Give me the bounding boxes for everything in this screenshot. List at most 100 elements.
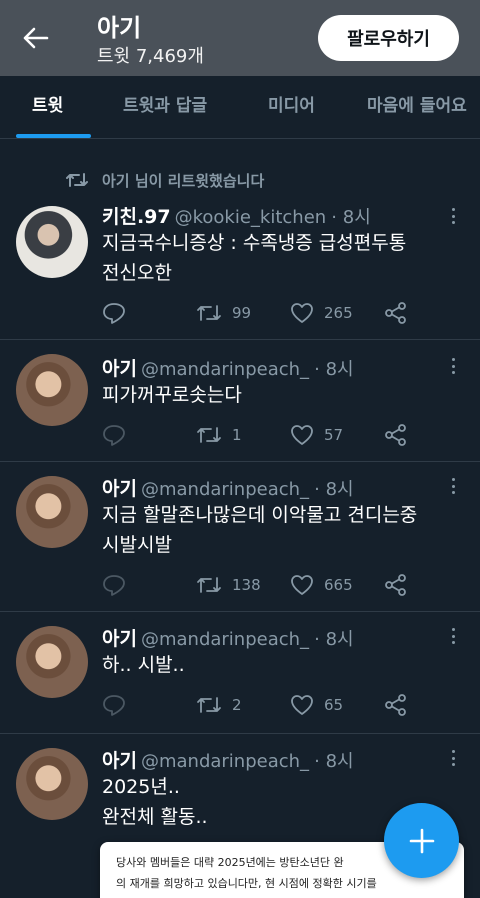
notice-line: 의 재개를 희망하고 있습니다만, 현 시점에 정확한 시기를 [116,877,377,890]
reply-button[interactable] [102,300,126,326]
retweet-count: 99 [232,304,252,322]
tab-tweets[interactable]: 트윗 [32,76,63,138]
share-button[interactable] [384,300,408,326]
like-button[interactable]: 665 [290,572,353,598]
avatar[interactable] [16,354,88,426]
retweet-button[interactable]: 138 [196,572,261,598]
heart-icon [291,575,313,595]
tweet-time: · 8시 [314,629,354,650]
like-count: 265 [324,304,353,322]
share-icon [385,574,406,596]
avatar[interactable] [16,206,88,278]
retweet-notice: 아기 님이 리트윗했습니다 [0,168,480,194]
tab-likes[interactable]: 마음에 들어요 [367,76,467,138]
profile-header: 아기 트윗 7,469개 팔로우하기 [0,0,480,76]
tweet-time: · 8시 [331,207,371,228]
tweet-author-name[interactable]: 아기 [102,478,137,500]
tweet[interactable]: 아기 @mandarinpeach_ · 8시 지금 할말존나많은데 이악물고 견… [0,462,480,612]
reply-button[interactable] [102,422,126,448]
avatar[interactable] [16,626,88,698]
share-icon [385,694,406,716]
tweet-author-name[interactable]: 아기 [102,358,137,380]
tweet-text-line: 2025년.. [102,776,180,798]
arrow-left-icon [23,27,49,49]
share-button[interactable] [384,572,408,598]
more-options-icon[interactable] [446,356,460,376]
tweet-time: · 8시 [314,479,354,500]
tweet-time: · 8시 [314,751,354,772]
avatar[interactable] [16,748,88,820]
tweet-author-name[interactable]: 아기 [102,750,137,772]
retweet-count: 1 [232,426,242,444]
share-icon [385,302,406,324]
reply-button[interactable] [102,572,126,598]
retweet-icon [197,577,221,593]
tweet-header: 아기 @mandarinpeach_ · 8시 [102,474,354,500]
tweet[interactable]: 아기 @mandarinpeach_ · 8시 하.. 시발.. 2 65 [0,612,480,734]
retweet-count: 138 [232,576,261,594]
like-count: 57 [324,426,344,444]
like-count: 65 [324,696,344,714]
tweet-text-line: 피가꺼꾸로솟는다 [102,384,242,406]
retweet-button[interactable]: 1 [196,422,242,448]
tweet-text-line: 지금국수니증상 : 수족냉증 급성편두통 [102,232,407,254]
tweet-author-handle: @mandarinpeach_ [140,359,310,380]
tweet-count: 트윗 7,469개 [97,46,204,67]
tweet-text: 지금국수니증상 : 수족냉증 급성편두통 전신오한 [102,228,472,288]
tweet-header: 아기 @mandarinpeach_ · 8시 [102,746,354,772]
active-tab-indicator [16,134,91,138]
like-button[interactable]: 265 [290,300,353,326]
tweet-author-name[interactable]: 키친.97 [102,206,171,228]
tweet-text-line: 시발시발 [102,534,172,556]
tweet-author-name[interactable]: 아기 [102,628,137,650]
retweet-button[interactable]: 2 [196,692,242,718]
more-options-icon[interactable] [446,748,460,768]
like-button[interactable]: 65 [290,692,343,718]
retweet-notice-text: 아기 님이 리트윗했습니다 [102,172,265,190]
more-options-icon[interactable] [446,626,460,646]
reply-button[interactable] [102,692,126,718]
share-button[interactable] [384,422,408,448]
profile-name: 아기 [97,14,142,42]
tab-media[interactable]: 미디어 [268,76,315,138]
tweet-text: 하.. 시발.. [102,650,472,680]
compose-tweet-button[interactable] [384,803,459,878]
tweet-actions: 2 65 [102,692,462,718]
tweet-author-handle: @kookie_kitchen [174,207,327,228]
tweet-author-handle: @mandarinpeach_ [140,479,310,500]
tweet-time: · 8시 [314,359,354,380]
reply-icon [103,303,125,324]
avatar[interactable] [16,476,88,548]
retweet-icon [197,697,221,713]
heart-icon [291,425,313,445]
retweet-button[interactable]: 99 [196,300,251,326]
tweet-author-handle: @mandarinpeach_ [140,629,310,650]
tweet-header: 아기 @mandarinpeach_ · 8시 [102,354,354,380]
tweet-text-line: 전신오한 [102,262,172,284]
retweet-icon [197,305,221,321]
reply-icon [103,695,125,716]
follow-button[interactable]: 팔로우하기 [318,15,459,61]
tweet[interactable]: 키친.97 @kookie_kitchen · 8시 지금국수니증상 : 수족냉증… [0,194,480,340]
heart-icon [291,695,313,715]
tweet-header: 아기 @mandarinpeach_ · 8시 [102,624,354,650]
more-options-icon[interactable] [446,206,460,226]
tweet[interactable]: 아기 @mandarinpeach_ · 8시 피가꺼꾸로솟는다 1 57 [0,340,480,462]
like-count: 665 [324,576,353,594]
tweet-text-line: 하.. 시발.. [102,654,185,676]
plus-icon [409,828,434,853]
tweet-author-handle: @mandarinpeach_ [140,751,310,772]
profile-tabs: 트윗 트윗과 답글 미디어 마음에 들어요 [0,76,480,139]
back-button[interactable] [20,22,52,54]
retweet-count: 2 [232,696,242,714]
retweet-icon [66,173,88,187]
tab-tweets-replies[interactable]: 트윗과 답글 [123,76,207,138]
tweet-text: 피가꺼꾸로솟는다 [102,380,472,410]
tweet-text-line: 지금 할말존나많은데 이악물고 견디는중 [102,504,418,526]
heart-icon [291,303,313,323]
like-button[interactable]: 57 [290,422,343,448]
more-options-icon[interactable] [446,476,460,496]
tweet-header: 키친.97 @kookie_kitchen · 8시 [102,202,371,228]
reply-icon [103,575,125,596]
share-button[interactable] [384,692,408,718]
